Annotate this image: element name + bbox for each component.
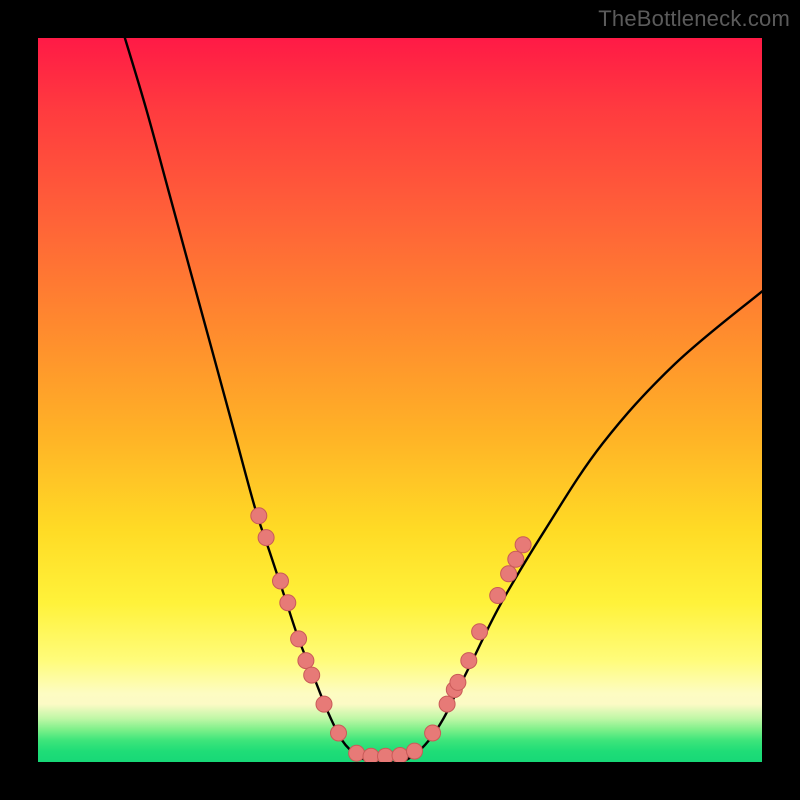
marker-dot (490, 588, 506, 604)
bottleneck-curve (125, 38, 762, 762)
plot-area (38, 38, 762, 762)
marker-dot (501, 566, 517, 582)
chart-frame: TheBottleneck.com (0, 0, 800, 800)
marker-dot (251, 508, 267, 524)
highlight-points (251, 508, 531, 762)
marker-dot (392, 748, 408, 763)
marker-dot (280, 595, 296, 611)
marker-dot (331, 725, 347, 741)
marker-dot (515, 537, 531, 553)
marker-dot (472, 624, 488, 640)
marker-dot (407, 743, 423, 759)
marker-dot (461, 653, 477, 669)
marker-dot (425, 725, 441, 741)
marker-dot (363, 748, 379, 762)
marker-dot (349, 745, 365, 761)
marker-dot (508, 551, 524, 567)
marker-dot (273, 573, 289, 589)
marker-dot (316, 696, 332, 712)
marker-dot (439, 696, 455, 712)
marker-dot (298, 653, 314, 669)
marker-dot (304, 667, 320, 683)
bottleneck-curve-svg (38, 38, 762, 762)
marker-dot (378, 748, 394, 762)
marker-dot (450, 674, 466, 690)
marker-dot (258, 530, 274, 546)
marker-dot (291, 631, 307, 647)
watermark-text: TheBottleneck.com (598, 6, 790, 32)
